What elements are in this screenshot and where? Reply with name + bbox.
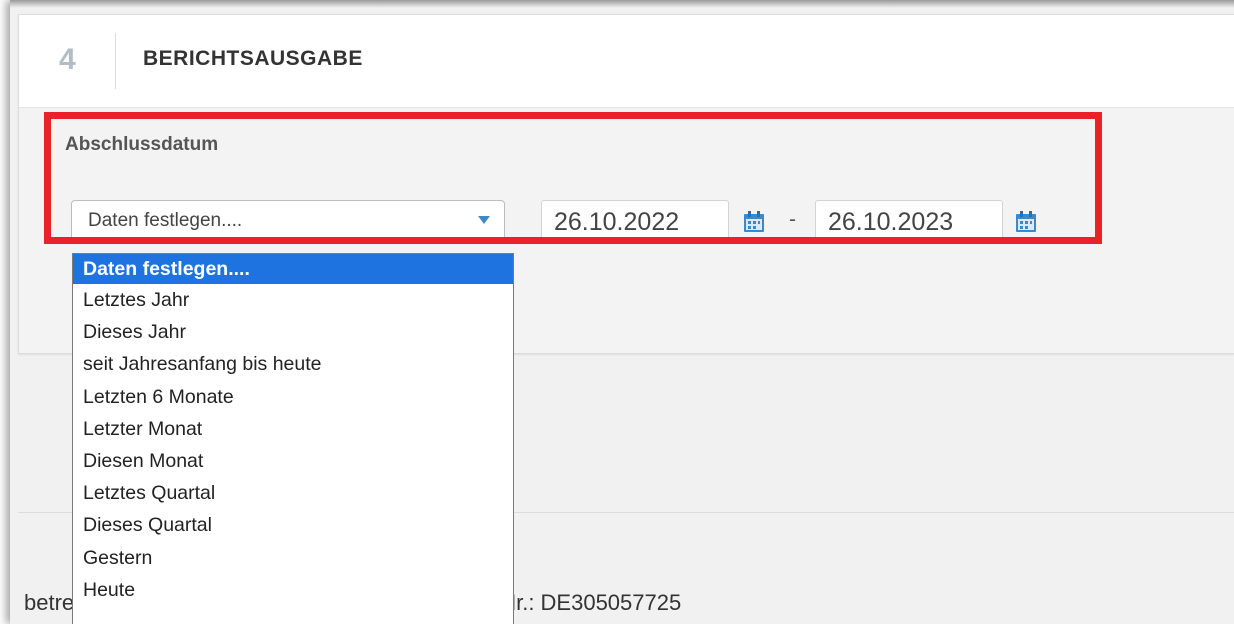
dropdown-option-set-dates[interactable]: Daten festlegen.... — [73, 254, 513, 284]
dropdown-option-last-6-months[interactable]: Letzten 6 Monate — [73, 381, 513, 413]
dropdown-option-yesterday[interactable]: Gestern — [73, 542, 513, 574]
dropdown-option-this-year[interactable]: Dieses Jahr — [73, 316, 513, 348]
step-number: 4 — [59, 43, 76, 76]
section-title: BERICHTSAUSGABE — [143, 47, 363, 70]
highlight-box — [44, 112, 1102, 244]
dropdown-option-last-quarter[interactable]: Letztes Quartal — [73, 477, 513, 509]
dropdown-option-this-month[interactable]: Diesen Monat — [73, 445, 513, 477]
panel-header: 4 BERICHTSAUSGABE — [19, 15, 1234, 108]
dropdown-option-last-month[interactable]: Letzter Monat — [73, 413, 513, 445]
app-window: betreuung: 0800 123 4567 | HRB 14 567 | … — [10, 0, 1234, 624]
period-dropdown-list[interactable]: Daten festlegen.... Letztes Jahr Dieses … — [72, 253, 514, 624]
dropdown-option-today[interactable]: Heute — [73, 574, 513, 606]
dropdown-option-this-quarter[interactable]: Dieses Quartal — [73, 509, 513, 541]
dropdown-option-last-year[interactable]: Letztes Jahr — [73, 284, 513, 316]
dropdown-option-year-to-date[interactable]: seit Jahresanfang bis heute — [73, 348, 513, 380]
header-divider — [115, 33, 116, 89]
